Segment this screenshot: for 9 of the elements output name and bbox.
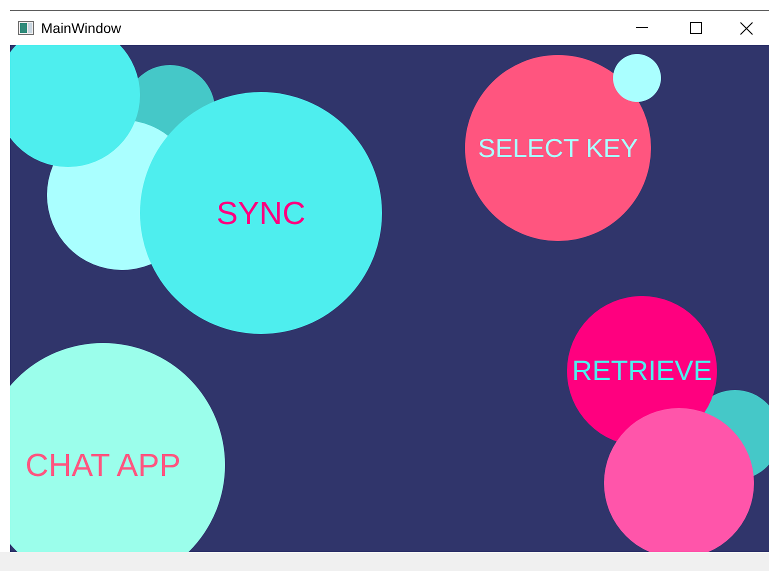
window-title: MainWindow [41,18,122,38]
label-button[interactable]: CHAT APP [25,449,181,481]
minimize-icon [636,27,648,29]
label-button[interactable]: SELECT KEY [478,135,638,161]
maximize-icon [690,22,702,34]
label-button[interactable]: RETRIEVE [572,357,712,385]
close-icon [740,22,752,34]
label-button[interactable]: SYNC [216,197,306,229]
app-icon [18,21,34,35]
